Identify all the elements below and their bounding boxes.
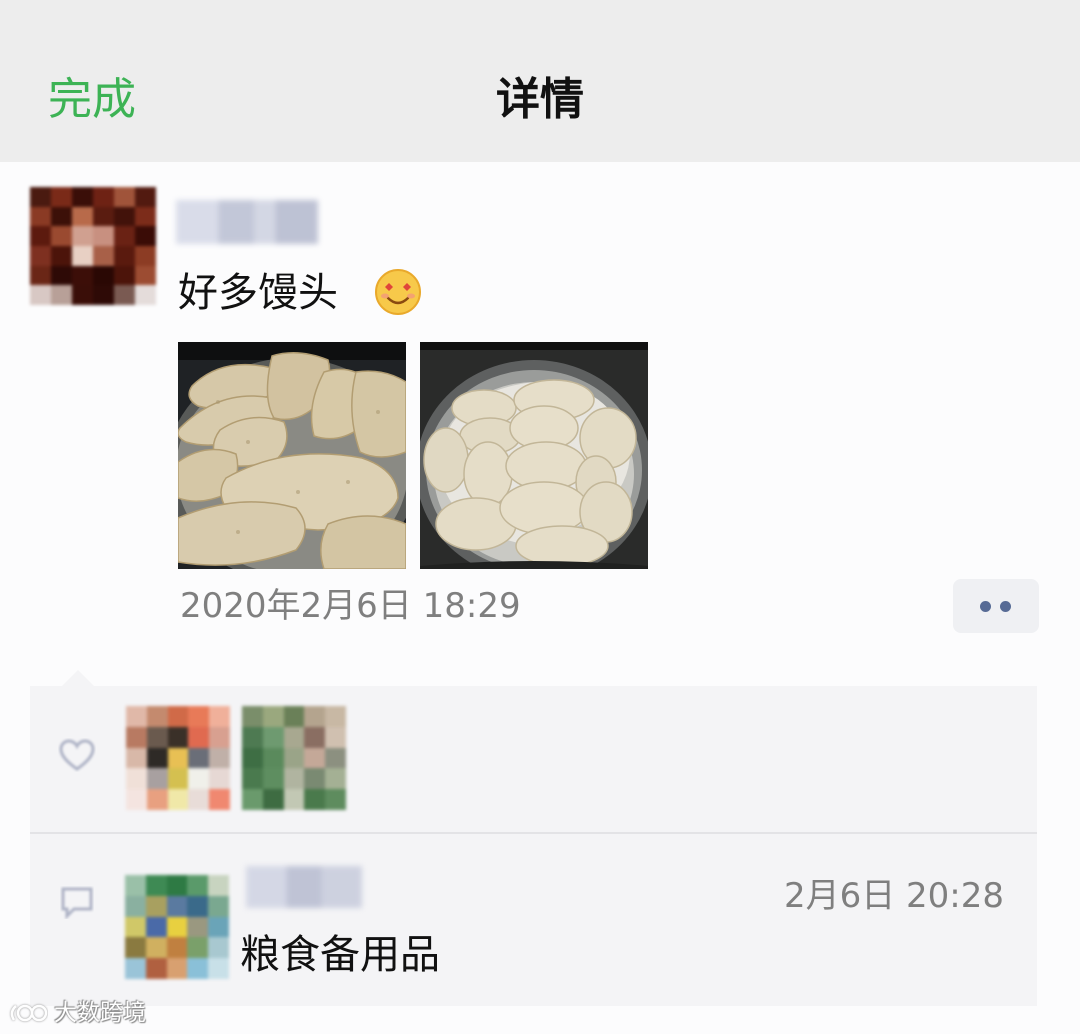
watermark-logo-icon: [10, 1004, 48, 1022]
post-photo-steamed-buns-1[interactable]: [178, 342, 406, 569]
commenter-avatar[interactable]: [125, 875, 229, 979]
comment-icon: [61, 887, 93, 920]
comment-text: 粮食备用品: [240, 932, 440, 978]
navigation-bar: 详情 完成: [0, 0, 1080, 162]
liker-avatar[interactable]: [126, 706, 230, 810]
comment-timestamp: 2月6日 20:28: [783, 876, 1004, 916]
post-text: 好多馒头: [178, 270, 338, 316]
post-timestamp: 2020年2月6日 18:29: [180, 586, 521, 626]
liker-avatar[interactable]: [242, 706, 346, 810]
panel-divider: [30, 832, 1037, 834]
smiling-face-with-heart-eyes-emoji: [375, 269, 421, 315]
done-button[interactable]: 完成: [48, 72, 136, 128]
more-dots-icon[interactable]: [953, 579, 1039, 633]
poster-avatar[interactable]: [30, 187, 156, 305]
post-photo-steamed-buns-2[interactable]: [420, 342, 648, 569]
watermark: 大数跨境: [8, 996, 146, 1030]
page-title: 详情: [496, 74, 584, 125]
heart-icon: [59, 739, 95, 771]
commenter-name-blurred[interactable]: [246, 866, 362, 908]
poster-name-blurred[interactable]: [176, 200, 318, 244]
interaction-panel-caret: [62, 670, 94, 686]
watermark-text: 大数跨境: [54, 1000, 146, 1026]
